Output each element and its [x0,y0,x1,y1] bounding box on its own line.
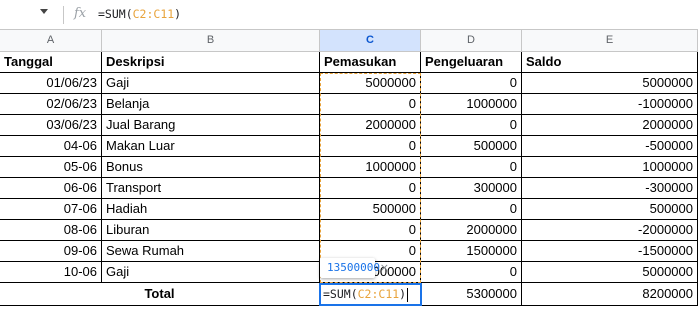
column-header-c[interactable]: C [320,30,421,52]
cell-saldo[interactable]: 2000000 [522,115,698,136]
cell-saldo[interactable]: 500000 [522,199,698,220]
cell-tanggal[interactable]: 05-06 [0,157,102,178]
cell-pemasukan[interactable]: 2000000 [320,115,421,136]
fx-icon: fx [74,6,87,21]
cell-saldo[interactable]: 5000000 [522,262,698,283]
cell-pengeluaran[interactable]: 500000 [421,136,522,157]
header-pemasukan[interactable]: Pemasukan [320,52,421,73]
column-header-b[interactable]: B [102,30,320,52]
cell-saldo[interactable]: 1000000 [522,157,698,178]
cell-pemasukan[interactable]: 0 [320,178,421,199]
column-header-e[interactable]: E [522,30,698,52]
editor-suffix: ) [399,287,407,301]
total-pengeluaran[interactable]: 5300000 [421,283,522,306]
active-cell-editor[interactable]: =SUM(C2:C11) [319,283,422,306]
cell-deskripsi[interactable]: Transport [102,178,320,199]
cell-deskripsi[interactable]: Jual Barang [102,115,320,136]
cell-pengeluaran[interactable]: 0 [421,115,522,136]
cell-tanggal[interactable]: 06-06 [0,178,102,199]
formula-bar: fx =SUM(C2:C11) [0,0,698,29]
cell-pemasukan[interactable]: 0 [320,220,421,241]
cell-tanggal[interactable]: 08-06 [0,220,102,241]
cell-deskripsi[interactable]: Makan Luar [102,136,320,157]
header-tanggal[interactable]: Tanggal [0,52,102,73]
formula-range: C2:C11 [132,7,175,21]
cell-deskripsi[interactable]: Gaji [102,73,320,94]
cell-saldo[interactable]: -1000000 [522,94,698,115]
text-caret [407,287,409,302]
cell-pengeluaran[interactable]: 2000000 [421,220,522,241]
header-saldo[interactable]: Saldo [522,52,698,73]
cell-pemasukan[interactable]: 1000000 [320,157,421,178]
cell-pemasukan[interactable]: 0 [320,94,421,115]
column-header-a[interactable]: A [0,30,102,52]
editor-prefix: =SUM( [323,287,358,301]
cell-saldo[interactable]: -500000 [522,136,698,157]
cell-pengeluaran[interactable]: 1500000 [421,241,522,262]
cell-tanggal[interactable]: 07-06 [0,199,102,220]
cell-pengeluaran[interactable]: 0 [421,157,522,178]
cell-pengeluaran[interactable]: 0 [421,73,522,94]
formula-suffix: ) [174,7,182,21]
formula-input[interactable]: =SUM(C2:C11) [98,7,181,21]
cell-deskripsi[interactable]: Sewa Rumah [102,241,320,262]
close-icon[interactable]: × [380,258,389,278]
cell-tanggal[interactable]: 10-06 [0,262,102,283]
cell-saldo[interactable]: -2000000 [522,220,698,241]
total-label[interactable]: Total [0,283,320,306]
cell-deskripsi[interactable]: Belanja [102,94,320,115]
cell-deskripsi[interactable]: Hadiah [102,199,320,220]
cell-deskripsi[interactable]: Bonus [102,157,320,178]
cell-tanggal[interactable]: 04-06 [0,136,102,157]
cell-deskripsi[interactable]: Gaji [102,262,320,283]
cell-pengeluaran[interactable]: 0 [421,199,522,220]
header-deskripsi[interactable]: Deskripsi [102,52,320,73]
cell-pemasukan[interactable]: 5000000 [320,73,421,94]
tooltip-value: 13500000 [327,261,380,274]
cell-pemasukan[interactable]: 500000 [320,199,421,220]
cell-saldo[interactable]: 5000000 [522,73,698,94]
header-pengeluaran[interactable]: Pengeluaran [421,52,522,73]
column-header-d[interactable]: D [421,30,522,52]
formula-result-tooltip: 13500000 × [320,258,389,278]
cell-pengeluaran[interactable]: 0 [421,262,522,283]
formula-prefix: =SUM( [98,7,133,21]
cell-pemasukan[interactable]: 0 [320,136,421,157]
cell-tanggal[interactable]: 03/06/23 [0,115,102,136]
cell-deskripsi[interactable]: Liburan [102,220,320,241]
cell-tanggal[interactable]: 01/06/23 [0,73,102,94]
cell-pengeluaran[interactable]: 1000000 [421,94,522,115]
cell-pengeluaran[interactable]: 300000 [421,178,522,199]
cell-saldo[interactable]: -1500000 [522,241,698,262]
editor-range: C2:C11 [357,287,400,301]
cell-tanggal[interactable]: 09-06 [0,241,102,262]
name-box-dropdown-icon[interactable] [40,9,48,14]
formula-bar-divider [63,6,64,24]
cell-tanggal[interactable]: 02/06/23 [0,94,102,115]
total-saldo[interactable]: 8200000 [522,283,698,306]
cell-saldo[interactable]: -300000 [522,178,698,199]
